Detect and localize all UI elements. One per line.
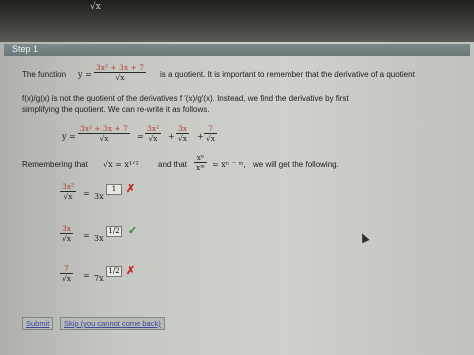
answer1-denominator: √x — [60, 191, 77, 201]
rewrite-term1-numerator: 3x² — [147, 124, 160, 133]
step-header-bar: Step 1 — [4, 44, 470, 56]
mouse-cursor-icon — [358, 231, 370, 244]
rewrite-term3-numerator: 7 — [208, 124, 213, 133]
rewrite-lhs-fraction: 3x² + 3x + 7 √x — [78, 124, 130, 143]
remember-suffix: we will get the following. — [253, 160, 339, 169]
answer1-exponent-input[interactable]: 1 — [106, 184, 122, 195]
remember-rule2-rhs: = xⁿ ⁻ ᵐ, — [212, 160, 246, 169]
intro-function-denominator: √x — [94, 72, 146, 82]
answer2-base: 3x — [94, 234, 104, 243]
answer3-base: 7x — [94, 274, 104, 283]
answer3-denominator: √x — [60, 273, 74, 283]
answer2-equals: = — [83, 231, 90, 240]
remember-rule2-fraction: xⁿ xᵐ — [194, 153, 207, 172]
intro-line1-suffix: is a quotient. It is important to rememb… — [160, 70, 415, 79]
step-label: Step 1 — [12, 44, 39, 54]
answer2-correct-icon: ✓ — [128, 225, 138, 237]
answer2-numerator: 3x — [62, 224, 72, 233]
answer3-incorrect-icon: ✗ — [126, 265, 136, 277]
rewrite-term2-fraction: 3x √x — [176, 124, 190, 143]
answer3-exponent-input[interactable]: 1/2 — [106, 266, 122, 277]
answer2-fraction: 3x √x — [60, 224, 74, 243]
submit-button[interactable]: Submit — [22, 317, 54, 330]
remember-rule1: √x = x¹ᐟ² — [103, 160, 139, 169]
remember-prefix: Remembering that — [22, 160, 88, 169]
answer2-denominator: √x — [60, 233, 74, 243]
rewrite-equals: = — [137, 132, 144, 141]
intro-function-numerator: 3x² + 3x + 7 — [96, 63, 144, 72]
monitor-bezel — [0, 0, 474, 42]
answer1-fraction: 3x² √x — [60, 182, 77, 201]
intro-prefix: The function — [22, 70, 67, 79]
remember-rule2-numerator: xⁿ — [196, 153, 205, 162]
answer3-fraction: 7 √x — [60, 264, 74, 283]
answer1-base: 3x — [94, 192, 104, 201]
remember-rule2-denominator: xᵐ — [194, 162, 207, 172]
answer2-exponent-input[interactable]: 1/2 — [106, 226, 122, 237]
rewrite-term2-denominator: √x — [176, 133, 190, 143]
rewrite-lhs-denominator: √x — [78, 133, 130, 143]
top-fragment-text: √x — [90, 2, 101, 12]
rewrite-term2-numerator: 3x — [178, 124, 188, 133]
rewrite-term3-denominator: √x — [204, 133, 218, 143]
rewrite-plus-2: + — [197, 132, 204, 141]
skip-button[interactable]: Skip (you cannot come back) — [60, 317, 165, 330]
rewrite-term1-fraction: 3x² √x — [145, 124, 162, 143]
rewrite-term3-fraction: 7 √x — [204, 124, 218, 143]
answer1-numerator: 3x² — [62, 182, 75, 191]
intro-line3: simplifying the quotient. We can re-writ… — [22, 105, 210, 114]
answer1-equals: = — [83, 189, 90, 198]
rewrite-lhs-numerator: 3x² + 3x + 7 — [80, 124, 128, 133]
rewrite-y-equals: y = — [62, 132, 76, 141]
answer1-incorrect-icon: ✗ — [126, 183, 136, 195]
intro-function-fraction: 3x² + 3x + 7 √x — [94, 63, 146, 82]
answer3-numerator: 7 — [64, 264, 69, 273]
intro-line2: f(x)/g(x) is not the quotient of the der… — [22, 94, 349, 103]
intro-y-equals: y = — [78, 70, 92, 79]
rewrite-plus-1: + — [168, 132, 175, 141]
answer3-equals: = — [83, 271, 90, 280]
remember-and-that: and that — [158, 160, 187, 169]
screen-area: Step 1 The function y = 3x² + 3x + 7 √x … — [0, 42, 474, 355]
rewrite-term1-denominator: √x — [145, 133, 162, 143]
